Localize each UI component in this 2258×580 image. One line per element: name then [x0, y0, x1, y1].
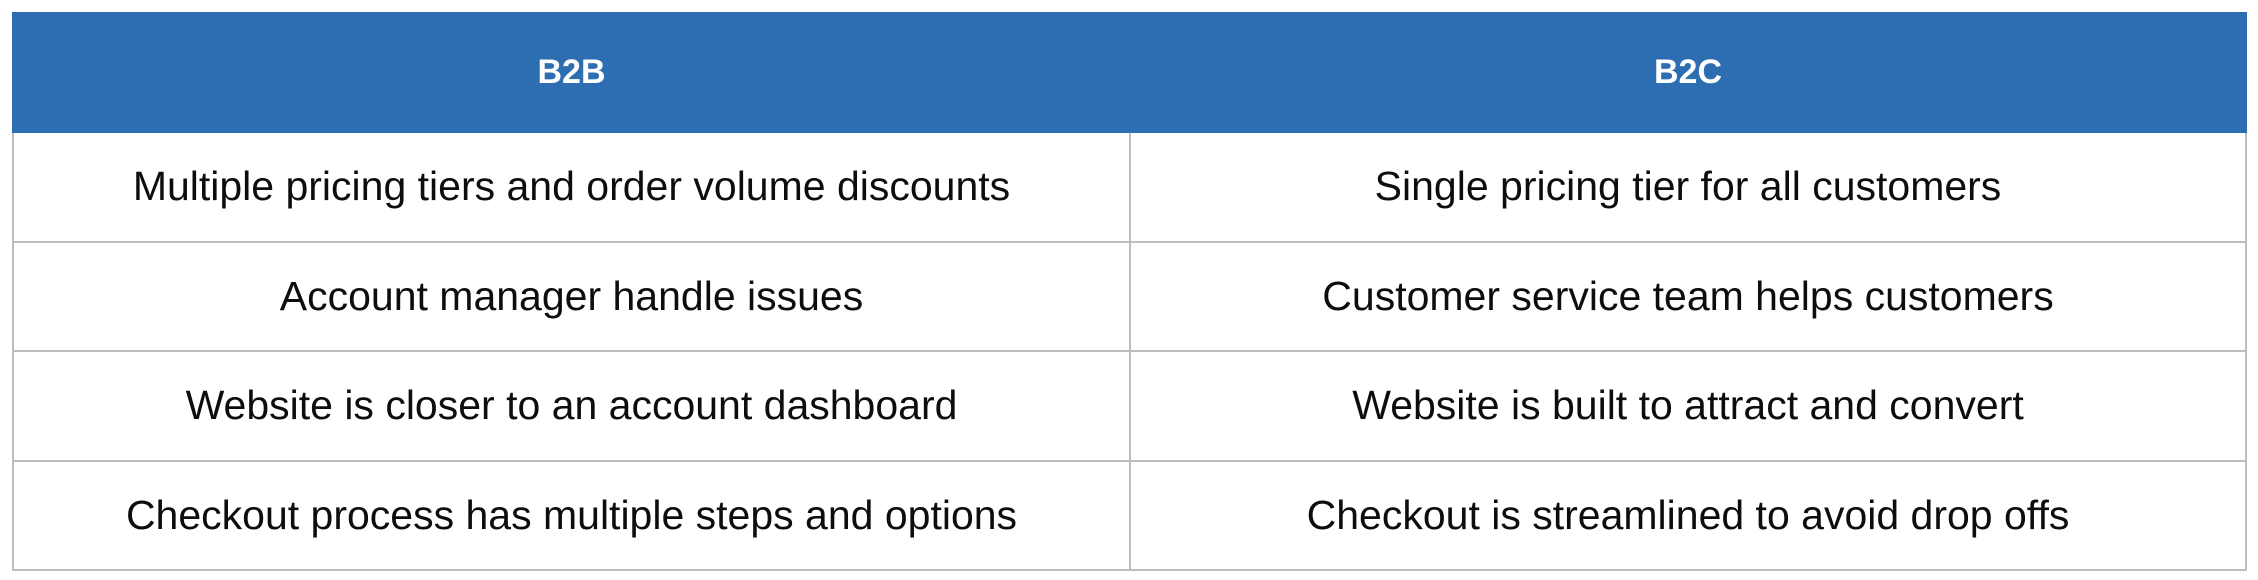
table-row: Account manager handle issues Customer s…: [12, 240, 2247, 352]
table-cell-b2c: Customer service team helps customers: [1129, 240, 2247, 352]
table-header: B2B B2C: [12, 12, 2247, 133]
header-row: B2B B2C: [12, 12, 2247, 133]
table-cell-b2c: Checkout is streamlined to avoid drop of…: [1129, 459, 2247, 571]
b2b-vs-b2c-table: B2B B2C Multiple pricing tiers and order…: [12, 12, 2247, 571]
table-cell-b2b: Multiple pricing tiers and order volume …: [12, 131, 1131, 243]
comparison-table-container: B2B B2C Multiple pricing tiers and order…: [12, 12, 2247, 571]
header-cell-b2c: B2C: [1129, 12, 2247, 133]
table-cell-b2b: Account manager handle issues: [12, 240, 1131, 352]
header-cell-b2b: B2B: [12, 12, 1131, 133]
table-row: Website is closer to an account dashboar…: [12, 350, 2247, 462]
table-row: Checkout process has multiple steps and …: [12, 459, 2247, 571]
table-body: Multiple pricing tiers and order volume …: [12, 131, 2247, 571]
table-cell-b2b: Website is closer to an account dashboar…: [12, 350, 1131, 462]
table-cell-b2c: Website is built to attract and convert: [1129, 350, 2247, 462]
table-cell-b2b: Checkout process has multiple steps and …: [12, 459, 1131, 571]
table-cell-b2c: Single pricing tier for all customers: [1129, 131, 2247, 243]
table-row: Multiple pricing tiers and order volume …: [12, 131, 2247, 243]
